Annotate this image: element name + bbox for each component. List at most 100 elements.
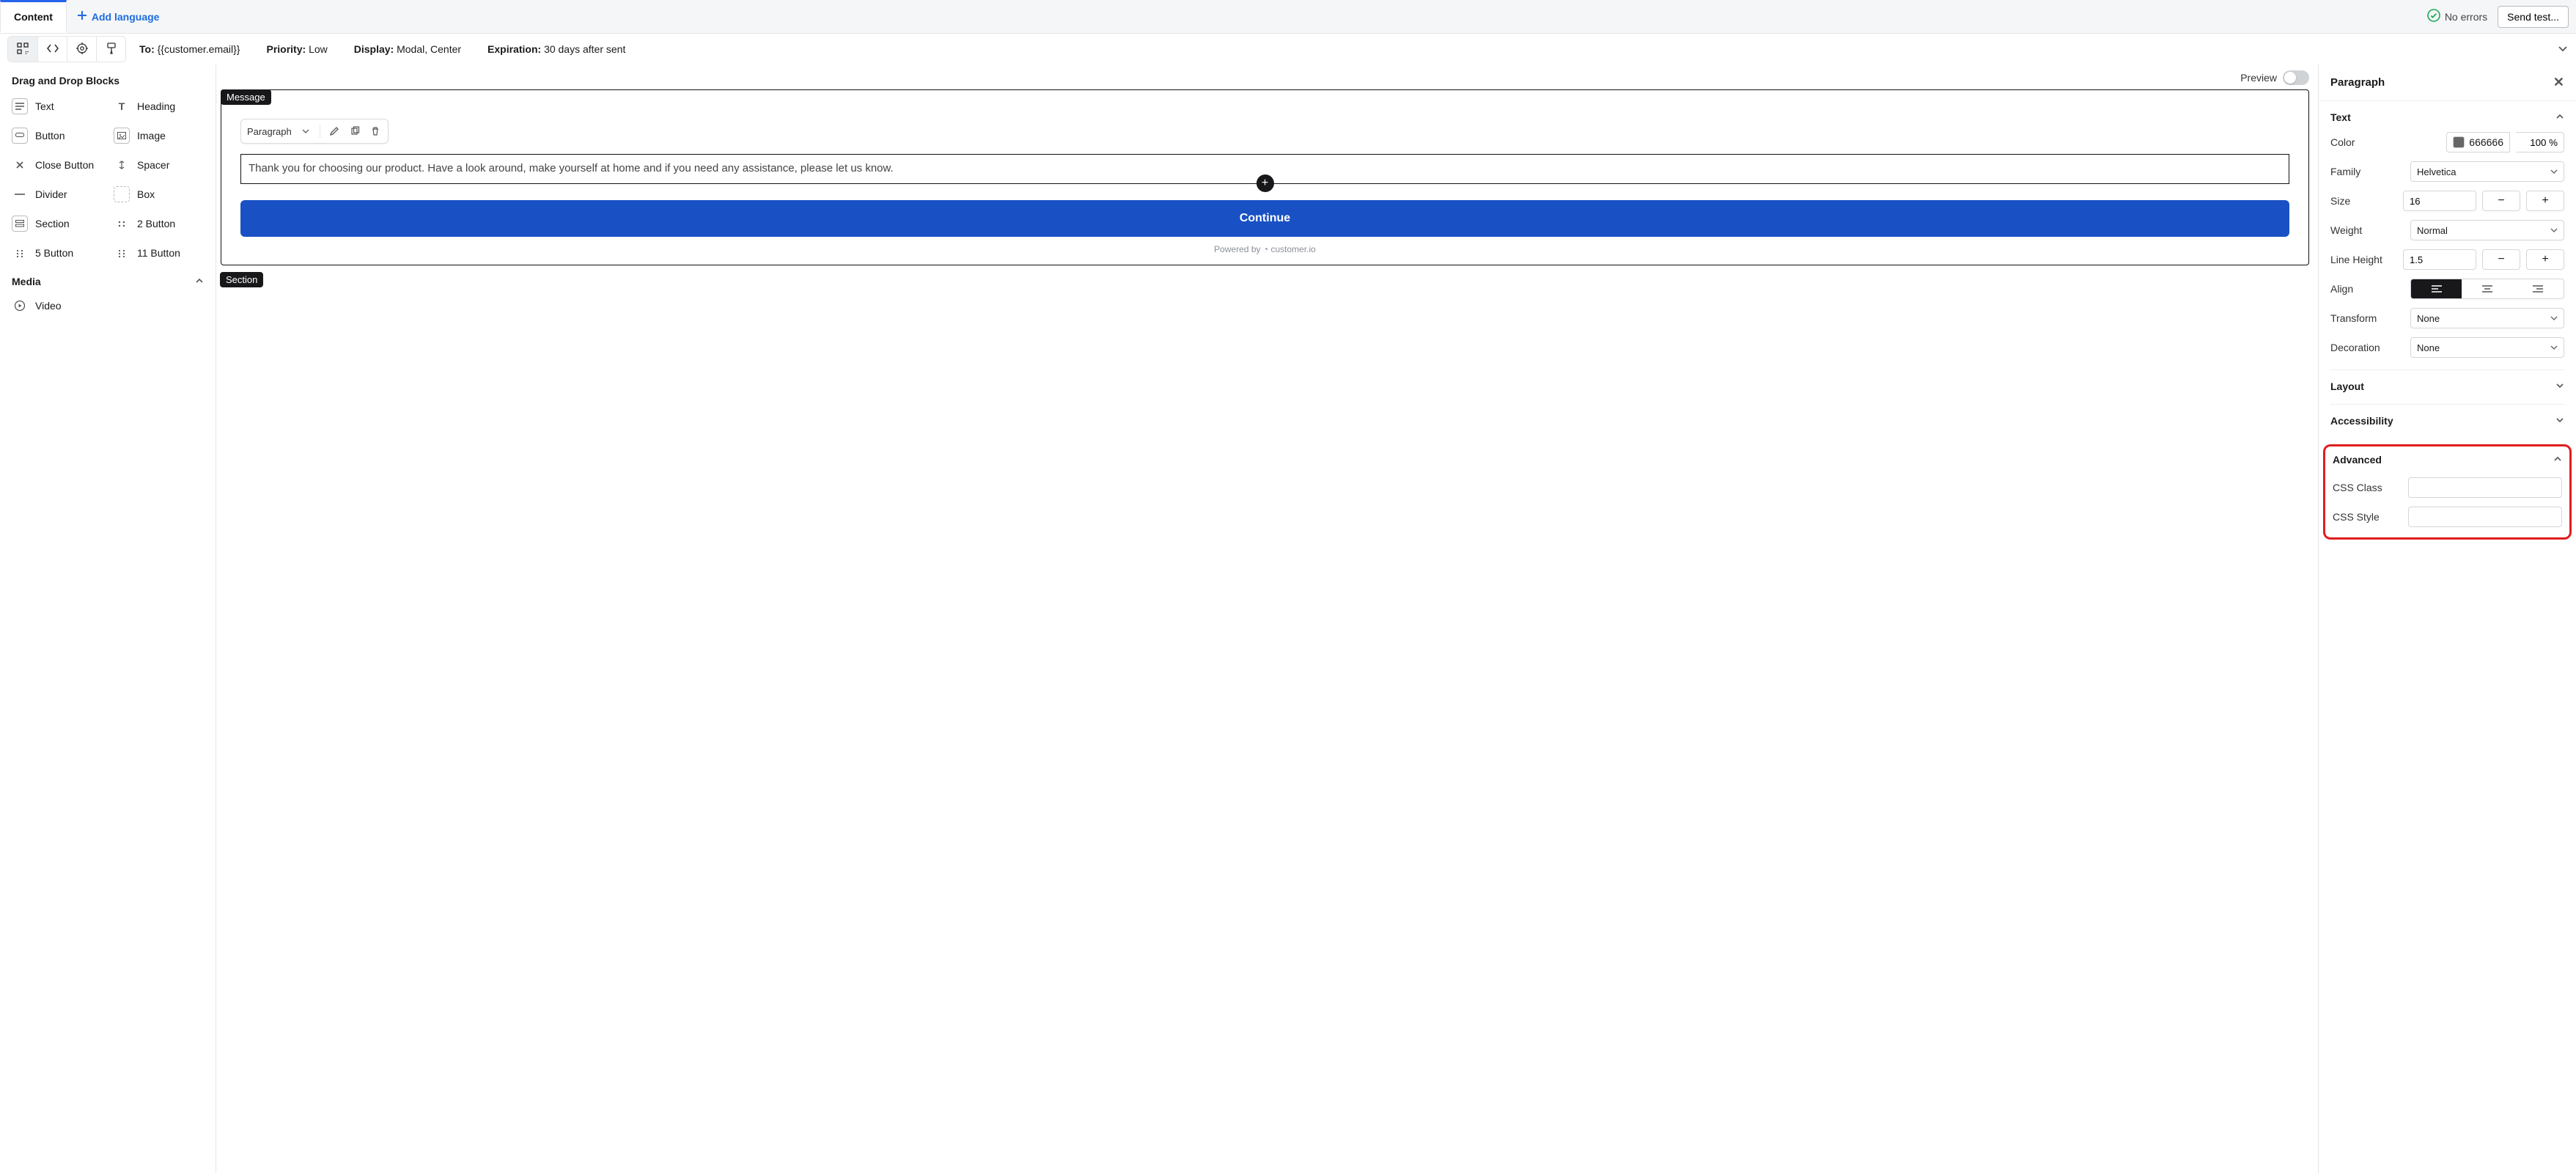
lineheight-label: Line Height [2330,254,2382,265]
css-style-label: CSS Style [2333,511,2380,523]
transform-select[interactable]: None [2410,308,2564,328]
no-errors-status: No errors [2427,9,2487,24]
lineheight-input[interactable] [2403,249,2476,270]
continue-button[interactable]: Continue [240,200,2289,237]
collapse-info-button[interactable] [2557,43,2569,56]
media-section-toggle[interactable]: Media [12,276,204,287]
family-select[interactable]: Helvetica [2410,161,2564,182]
align-center-button[interactable] [2462,279,2512,298]
target-icon [76,43,88,56]
info-priority-label: Priority: [266,43,306,55]
info-priority-value: Low [309,43,328,55]
section-advanced-label: Advanced [2333,454,2382,466]
block-spacer[interactable]: Spacer [111,152,207,177]
block-five-button[interactable]: 5 Button [9,240,105,265]
close-panel-button[interactable]: ✕ [2553,75,2564,90]
block-text[interactable]: Text [9,94,105,119]
message-tag: Message [221,89,271,105]
block-label: Video [35,300,62,312]
media-section-label: Media [12,276,41,287]
tab-content[interactable]: Content [0,0,67,33]
size-input[interactable] [2403,191,2476,211]
message-container[interactable]: ⋮⋮ Message Paragraph Thank you for choos… [221,89,2309,265]
element-toolbar: Paragraph [240,119,389,144]
check-circle-icon [2427,9,2440,24]
add-language-label: Add language [92,11,160,23]
weight-label: Weight [2330,224,2362,236]
properties-panel: Paragraph ✕ Text Color 666666 [2318,65,2576,1173]
info-expiration-label: Expiration: [487,43,541,55]
block-heading[interactable]: T Heading [111,94,207,119]
block-label: Section [35,218,70,229]
family-label: Family [2330,166,2360,177]
duplicate-icon[interactable] [348,125,361,138]
block-button[interactable]: Button [9,123,105,148]
block-label: Spacer [137,159,169,171]
block-video[interactable]: Video [9,293,207,318]
info-to-label: To: [139,43,155,55]
weight-select[interactable]: Normal [2410,220,2564,240]
decoration-label: Decoration [2330,342,2380,353]
paragraph-block[interactable]: Thank you for choosing our product. Have… [240,154,2289,184]
section-tag: Section [220,272,263,287]
size-decrement[interactable]: − [2482,191,2520,211]
send-test-button[interactable]: Send test... [2498,6,2569,28]
add-language-button[interactable]: Add language [67,0,170,33]
align-segmented [2410,279,2564,299]
block-two-button[interactable]: 2 Button [111,211,207,236]
edit-icon[interactable] [328,125,341,138]
view-settings-button[interactable] [67,37,96,62]
trash-icon[interactable] [369,125,382,138]
lineheight-increment[interactable]: + [2526,249,2564,270]
color-opacity-input[interactable] [2516,132,2564,152]
view-style-button[interactable] [96,37,125,62]
plus-icon [77,10,87,23]
canvas: Preview ⋮⋮ Message Paragraph [216,65,2318,1173]
add-below-button[interactable]: + [1256,174,1274,192]
divider-icon [12,186,28,202]
block-eleven-button[interactable]: 11 Button [111,240,207,265]
powered-by-prefix: Powered by [1214,244,1263,254]
info-priority: Priority: Low [266,43,327,55]
block-label: Heading [137,100,175,112]
weight-value: Normal [2417,225,2448,236]
info-to: To: {{customer.email}} [139,43,240,55]
blocks-icon [17,43,29,56]
paragraph-text: Thank you for choosing our product. Have… [249,162,894,174]
section-layout-toggle[interactable]: Layout [2330,380,2564,392]
chevron-down-icon [2550,166,2558,177]
css-class-input[interactable] [2408,477,2562,498]
block-box[interactable]: Box [111,182,207,207]
size-increment[interactable]: + [2526,191,2564,211]
block-image[interactable]: Image [111,123,207,148]
chevron-up-icon [2553,454,2562,466]
chevron-down-icon[interactable] [299,125,312,138]
section-text-toggle[interactable]: Text [2330,111,2564,123]
block-divider[interactable]: Divider [9,182,105,207]
brand-logo-icon: ◔ [1263,244,1268,254]
lineheight-decrement[interactable]: − [2482,249,2520,270]
box-icon [114,186,130,202]
css-style-input[interactable] [2408,507,2562,527]
color-input[interactable]: 666666 [2446,132,2510,152]
section-layout-label: Layout [2330,380,2364,392]
block-section[interactable]: Section [9,211,105,236]
section-advanced-toggle[interactable]: Advanced [2333,454,2562,466]
section-text-label: Text [2330,111,2351,123]
block-label: Button [35,130,65,141]
view-code-button[interactable] [37,37,67,62]
preview-toggle[interactable] [2283,70,2309,85]
section-accessibility-toggle[interactable]: Accessibility [2330,415,2564,427]
view-blocks-button[interactable] [8,37,37,62]
info-expiration: Expiration: 30 days after sent [487,43,625,55]
decoration-select[interactable]: None [2410,337,2564,358]
heading-icon: T [114,98,130,114]
chevron-up-icon [195,276,204,287]
align-left-button[interactable] [2411,279,2462,298]
align-right-button[interactable] [2513,279,2564,298]
block-close-button[interactable]: Close Button [9,152,105,177]
css-class-label: CSS Class [2333,482,2382,493]
drag-dots-icon [12,245,28,261]
preview-label: Preview [2240,72,2277,84]
block-label: 11 Button [137,247,180,259]
